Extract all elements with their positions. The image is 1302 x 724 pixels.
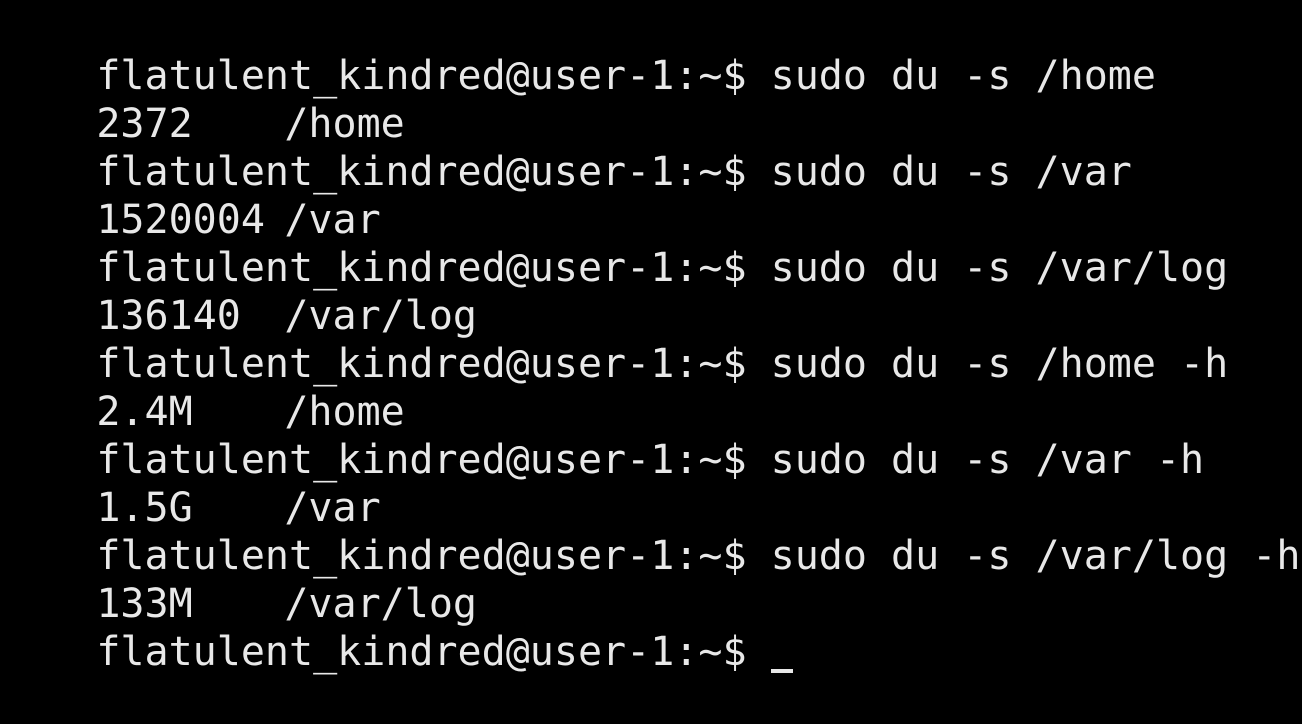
terminal-window[interactable]: flatulent_kindred@user-1:~$ sudo du -s /… <box>0 0 1302 675</box>
shell-prompt: flatulent_kindred@user-1:~$ <box>96 149 771 195</box>
command-line: flatulent_kindred@user-1:~$ sudo du -s /… <box>0 4 1302 99</box>
disk-usage-size: 1520004 <box>96 197 265 243</box>
text-cursor <box>770 669 793 673</box>
command-text: sudo du -s /var/log -h <box>770 533 1301 579</box>
shell-prompt: flatulent_kindred@user-1:~$ <box>96 437 771 483</box>
shell-prompt: flatulent_kindred@user-1:~$ <box>96 245 771 291</box>
disk-usage-path: /home <box>284 389 405 435</box>
command-text: sudo du -s /var/log <box>770 245 1229 291</box>
shell-prompt: flatulent_kindred@user-1:~$ <box>96 53 771 99</box>
command-text: sudo du -s /home -h <box>770 341 1229 387</box>
disk-usage-size: 2.4M <box>96 389 193 435</box>
disk-usage-path: /home <box>284 101 405 147</box>
disk-usage-size: 136140 <box>96 293 241 339</box>
shell-prompt: flatulent_kindred@user-1:~$ <box>96 533 771 579</box>
disk-usage-size: 133M <box>96 581 193 627</box>
disk-usage-path: /var <box>284 485 381 531</box>
disk-usage-path: /var <box>284 197 381 243</box>
command-text: sudo du -s /var <box>770 149 1132 195</box>
disk-usage-path: /var/log <box>284 293 477 339</box>
shell-prompt: flatulent_kindred@user-1:~$ <box>96 629 771 675</box>
shell-prompt: flatulent_kindred@user-1:~$ <box>96 341 771 387</box>
command-text: sudo du -s /home <box>770 53 1156 99</box>
disk-usage-size: 2372 <box>96 101 193 147</box>
disk-usage-size: 1.5G <box>96 485 193 531</box>
disk-usage-path: /var/log <box>284 581 477 627</box>
command-text: sudo du -s /var -h <box>770 437 1205 483</box>
